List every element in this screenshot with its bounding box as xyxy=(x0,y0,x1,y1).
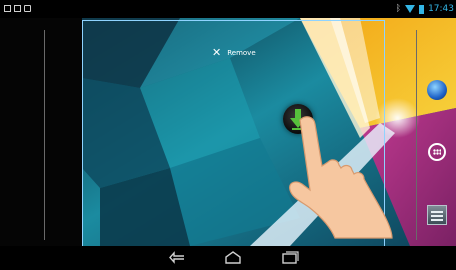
home-icon[interactable] xyxy=(223,250,243,266)
pointing-hand xyxy=(289,116,393,239)
settings-widget-icon[interactable] xyxy=(427,205,447,225)
left-page-edge xyxy=(44,30,45,240)
status-right: ᛒ 17:43 xyxy=(396,3,454,15)
close-icon: ✕ xyxy=(212,46,222,59)
gallery-icon xyxy=(14,5,21,12)
picture-icon xyxy=(4,5,11,12)
recents-icon[interactable] xyxy=(280,250,300,266)
remove-drop-target[interactable]: ✕ Remove xyxy=(212,46,256,59)
camera-icon xyxy=(24,5,31,12)
nav-bar xyxy=(0,246,456,270)
status-bar: ᛒ 17:43 xyxy=(0,0,456,18)
remove-label: Remove xyxy=(227,49,256,57)
bluetooth-icon: ᛒ xyxy=(395,4,402,14)
globe-icon[interactable] xyxy=(427,80,447,100)
apps-icon[interactable] xyxy=(428,143,446,161)
status-time: 17:43 xyxy=(428,4,454,14)
apps-dots xyxy=(433,149,441,155)
wifi-icon xyxy=(405,5,416,13)
back-icon[interactable] xyxy=(168,250,188,266)
right-page-edge xyxy=(416,30,417,240)
battery-icon xyxy=(419,4,425,14)
home-screen: ✕ Remove xyxy=(0,18,456,246)
